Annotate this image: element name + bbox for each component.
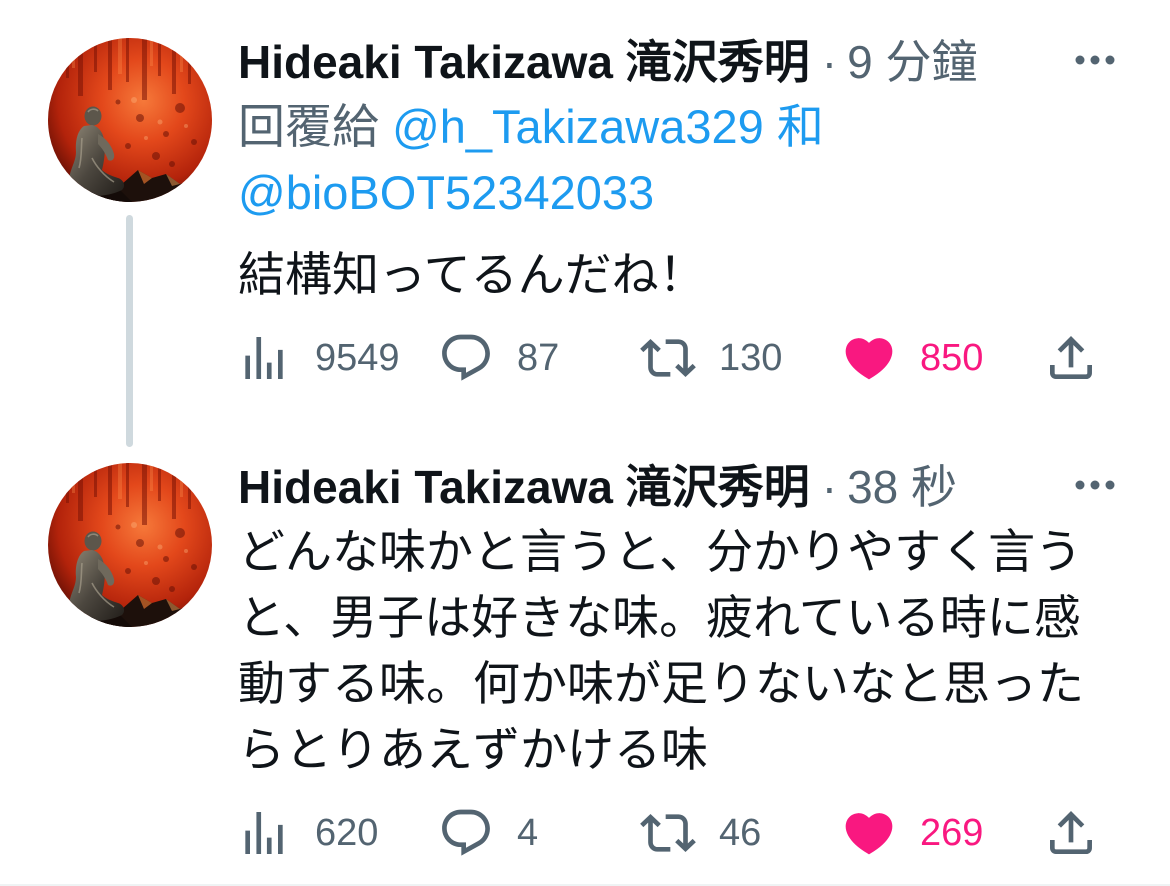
views-button[interactable]: 620 [236, 805, 378, 861]
tweet[interactable]: Hideaki Takizawa 滝沢秀明 · 9 分鐘 回覆給 @h_Takiza… [0, 0, 1170, 425]
views-count: 9549 [315, 336, 400, 379]
avatar-image[interactable] [48, 463, 212, 627]
avatar[interactable] [48, 463, 212, 627]
views-icon[interactable] [236, 330, 292, 386]
more-icon[interactable] [1072, 473, 1118, 497]
like-button[interactable]: 850 [841, 330, 983, 386]
author-name[interactable]: Hideaki Takizawa 滝沢秀明 [238, 36, 810, 88]
share-button[interactable] [1043, 805, 1099, 861]
timestamp[interactable]: 38 秒 [847, 461, 957, 513]
mention-joiner: 和 [776, 100, 824, 153]
share-button[interactable] [1043, 330, 1099, 386]
retweet-button[interactable]: 130 [640, 330, 782, 386]
reply-label: 回覆給 [238, 100, 379, 153]
tweet-text: どんな味かと言うと、分かりやすく言うと、男子は好きな味。疲れている時に感動する味… [238, 525, 1084, 776]
share-icon[interactable] [1043, 805, 1099, 861]
retweet-button[interactable]: 46 [640, 805, 761, 861]
timestamp[interactable]: 9 分鐘 [847, 36, 977, 88]
views-icon[interactable] [236, 805, 292, 861]
more-options-button[interactable] [1072, 48, 1118, 72]
mention-link[interactable]: @bioBOT52342033 [238, 166, 654, 219]
mention-link[interactable]: @h_Takizawa329 [392, 100, 764, 153]
heart-filled-icon[interactable] [841, 805, 897, 861]
tweet-content: Hideaki Takizawa 滝沢秀明 · 38 秒 どんな味かと言うと、分かり… [238, 455, 1118, 863]
tweet-header: Hideaki Takizawa 滝沢秀明 · 38 秒 [238, 455, 1058, 519]
tweet-text: 結構知ってるんだね！ [238, 248, 706, 301]
more-icon[interactable] [1072, 48, 1118, 72]
retweet-count: 130 [719, 336, 783, 379]
like-button[interactable]: 269 [841, 805, 983, 861]
tweet-actions: 9549 87 130 850 [238, 328, 1118, 388]
tweet-header: Hideaki Takizawa 滝沢秀明 · 9 分鐘 [238, 30, 1058, 94]
author-name[interactable]: Hideaki Takizawa 滝沢秀明 [238, 461, 810, 513]
avatar[interactable] [48, 38, 212, 202]
separator-dot: · [821, 36, 838, 88]
heart-filled-icon[interactable] [841, 330, 897, 386]
reply-count: 87 [517, 336, 560, 379]
like-count: 269 [920, 811, 984, 854]
tweet[interactable]: Hideaki Takizawa 滝沢秀明 · 38 秒 どんな味かと言うと、分かり… [0, 425, 1170, 884]
separator-dot: · [821, 461, 838, 513]
tweet-actions: 620 4 46 269 [238, 803, 1118, 863]
retweet-count: 46 [719, 811, 762, 854]
reply-icon[interactable] [438, 330, 494, 386]
views-button[interactable]: 9549 [236, 330, 400, 386]
reply-icon[interactable] [438, 805, 494, 861]
reply-context: 回覆給 @h_Takizawa329 和 @bioBOT52342033 [238, 94, 1108, 226]
thread-line [126, 215, 133, 447]
share-icon[interactable] [1043, 330, 1099, 386]
views-count: 620 [315, 811, 379, 854]
reply-button[interactable]: 87 [438, 330, 559, 386]
retweet-icon[interactable] [640, 330, 696, 386]
like-count: 850 [920, 336, 984, 379]
avatar-image[interactable] [48, 38, 212, 202]
more-options-button[interactable] [1072, 473, 1118, 497]
tweet-content: Hideaki Takizawa 滝沢秀明 · 9 分鐘 回覆給 @h_Takiza… [238, 30, 1118, 388]
reply-count: 4 [517, 811, 539, 854]
reply-button[interactable]: 4 [438, 805, 538, 861]
retweet-icon[interactable] [640, 805, 696, 861]
